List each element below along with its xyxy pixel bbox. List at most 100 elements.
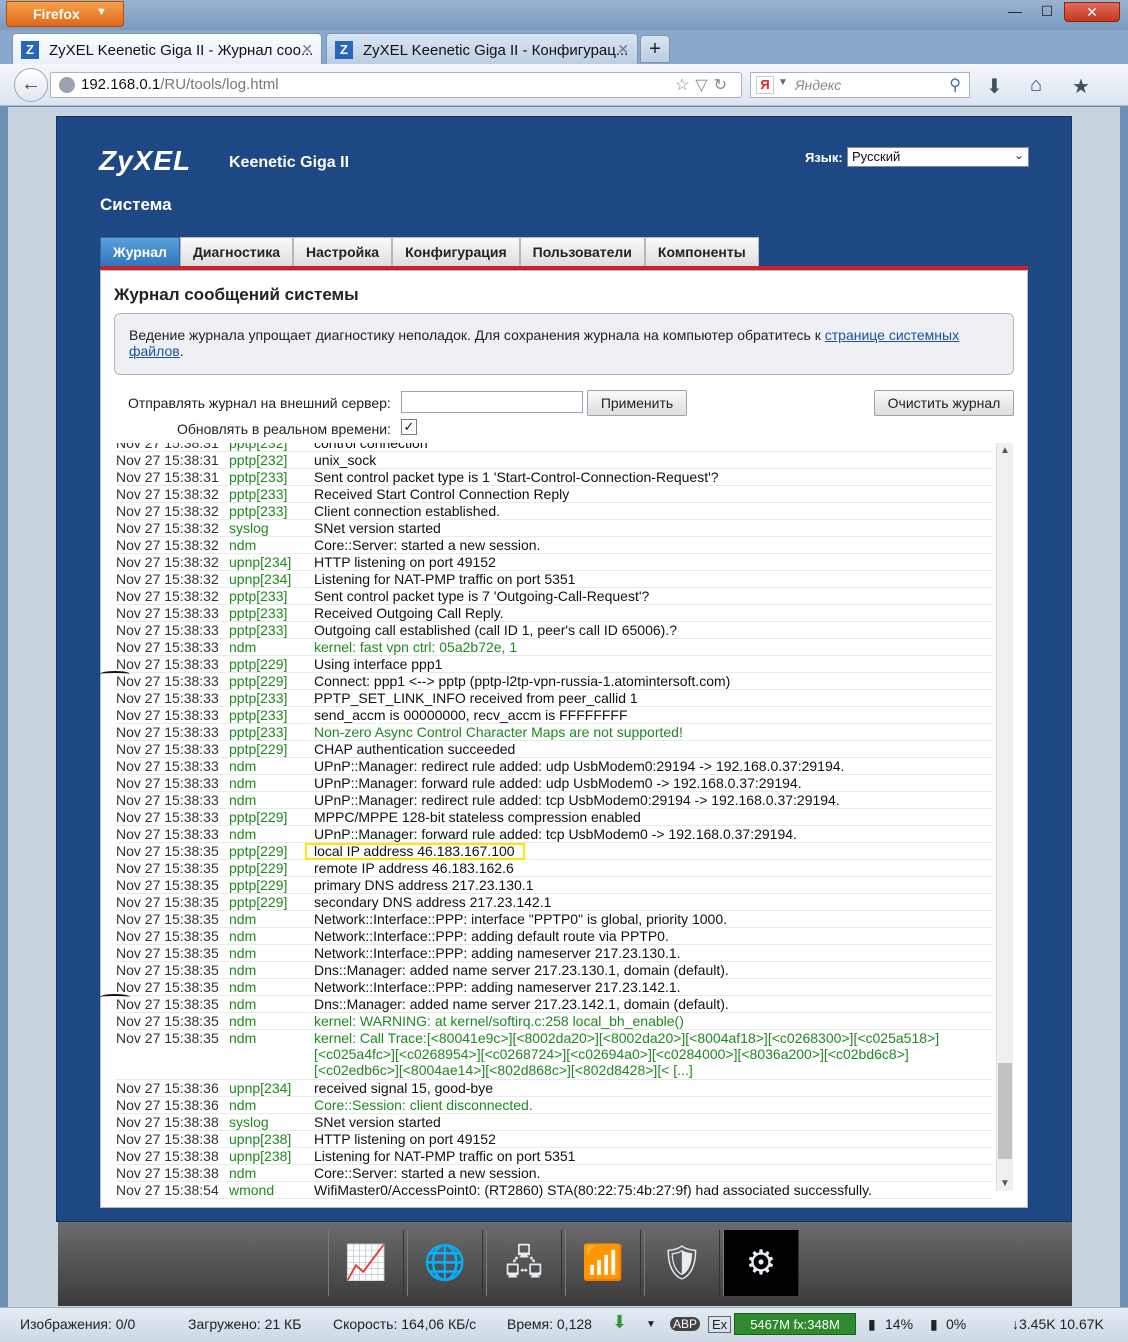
log-row: Nov 27 15:38:33 ndm UPnP::Manager: forward… (116, 775, 992, 792)
log-source: ndm (229, 962, 257, 978)
signal-icon[interactable]: 📶 (565, 1230, 641, 1296)
tab-configuration[interactable]: Конфигурация (392, 237, 520, 267)
status-bar: Изображения: 0/0 Загружено: 21 КБ Скорос… (0, 1307, 1128, 1342)
log-message: secondary DNS address 217.23.142.1 (314, 894, 552, 910)
close-tab-icon[interactable]: ✕ (301, 41, 313, 58)
status-speed: Скорость: 164,06 КБ/с (333, 1316, 477, 1332)
address-bar[interactable]: 192.168.0.1/RU/tools/log.html ☆▽↻ (50, 72, 742, 98)
log-message: Dns::Manager: added name server 217.23.1… (314, 962, 729, 978)
log-time: Nov 27 15:38:38 (116, 1165, 219, 1181)
log-row: Nov 27 15:38:35 ndm Network::Interface::PP… (116, 911, 992, 928)
log-source: upnp[238] (229, 1131, 292, 1147)
bookmarks-icon[interactable]: ★ (1072, 74, 1090, 99)
log-message: Non-zero Async Control Character Maps ar… (314, 724, 683, 740)
realtime-checkbox[interactable]: ✓ (401, 419, 417, 435)
chart-icon[interactable]: 📈 (328, 1230, 404, 1296)
log-source: upnp[234] (229, 571, 292, 587)
log-scrollbar[interactable]: ▲ ▼ (996, 443, 1013, 1191)
search-icon[interactable]: ⚲ (949, 75, 961, 95)
firefox-menu-button[interactable]: Firefox ▼ (6, 1, 124, 27)
search-bar[interactable]: Я ▼ Яндекс ⚲ (750, 72, 970, 98)
log-list[interactable]: Nov 27 15:38:31 pptp[232] control connecti… (101, 443, 1013, 1205)
back-button[interactable]: ← (14, 68, 48, 102)
log-message: kernel: Call Trace:[<80041e9c>][<8002da2… (314, 1030, 940, 1078)
log-source: pptp[229] (229, 843, 288, 859)
tab-diagnostics[interactable]: Диагностика (179, 237, 294, 267)
browser-tab-log[interactable]: Z ZyXEL Keenetic Giga II - Журнал соо...… (12, 33, 322, 65)
bookmark-star-icon[interactable]: ☆▽↻ (675, 75, 733, 95)
log-row: Nov 27 15:38:33 pptp[229] Using interface … (116, 656, 992, 673)
tab-settings[interactable]: Настройка (293, 237, 393, 267)
log-row: Nov 27 15:38:33 ndm UPnP::Manager: forward… (116, 826, 992, 843)
log-time: Nov 27 15:38:33 (116, 724, 219, 740)
language-label: Язык: (805, 150, 843, 165)
scroll-down-icon[interactable]: ▼ (1000, 1178, 1010, 1189)
log-message: Outgoing call established (call ID 1, pe… (314, 622, 677, 638)
tab-users[interactable]: Пользователи (519, 237, 645, 267)
scroll-thumb[interactable] (998, 1063, 1012, 1159)
status-images: Изображения: 0/0 (20, 1316, 136, 1332)
chevron-down-icon[interactable]: ▼ (646, 1319, 656, 1330)
scroll-up-icon[interactable]: ▲ (1000, 445, 1010, 456)
log-source: pptp[233] (229, 588, 288, 604)
log-message: Network::Interface::PPP: adding default … (314, 928, 669, 944)
router-page: ZyXEL Keenetic Giga II Язык: Русский ⌄ Си… (56, 116, 1072, 1222)
maximize-button[interactable]: ☐ (1032, 2, 1062, 22)
log-source: ndm (229, 775, 257, 791)
log-source: pptp[232] (229, 443, 288, 451)
browser-tab-config[interactable]: Z ZyXEL Keenetic Giga II - Конфигурац...… (326, 33, 638, 65)
info-end: . (179, 343, 184, 359)
log-time: Nov 27 15:38:32 (116, 537, 219, 553)
log-time: Nov 27 15:38:31 (116, 469, 219, 485)
log-time: Nov 27 15:38:35 (116, 894, 219, 910)
tab-title: ZyXEL Keenetic Giga II - Конфигурац... (363, 42, 629, 59)
adblock-icon[interactable]: ABP (670, 1317, 701, 1331)
log-source: wmond (229, 1182, 275, 1198)
download-arrow-icon[interactable]: ⬇ (612, 1312, 627, 1333)
log-time: Nov 27 15:38:31 (116, 452, 219, 468)
log-message: HTTP listening on port 49152 (314, 1131, 496, 1147)
extension-icon[interactable]: Ex (708, 1316, 732, 1333)
send-log-label: Отправлять журнал на внешний сервер: (128, 395, 391, 411)
apply-button[interactable]: Применить (587, 390, 687, 416)
log-time: Nov 27 15:38:35 (116, 928, 219, 944)
log-source: syslog (229, 1114, 269, 1130)
tab-components[interactable]: Компоненты (644, 237, 759, 267)
chevron-down-icon[interactable]: ▼ (778, 77, 788, 88)
clear-log-button[interactable]: Очистить журнал (874, 390, 1014, 416)
globe-icon[interactable]: 🌐 (407, 1230, 483, 1296)
log-source: syslog (229, 520, 269, 536)
log-row: Nov 27 15:38:54 wmond WifiMaster0/AccessPo… (116, 1182, 992, 1199)
log-time: Nov 27 15:38:32 (116, 571, 219, 587)
log-row: Nov 27 15:38:33 pptp[233] Non-zero Async C… (116, 724, 992, 741)
log-server-input[interactable] (401, 391, 583, 413)
cpu-usage: 14% (885, 1316, 914, 1332)
log-row: Nov 27 15:38:38 upnp[238] HTTP listening o… (116, 1131, 992, 1148)
log-row: Nov 27 15:38:32 pptp[233] Client connectio… (116, 503, 992, 520)
log-message: Network::Interface::PPP: adding nameserv… (314, 945, 681, 961)
realtime-label: Обновлять в реальном времени: (177, 421, 391, 437)
log-time: Nov 27 15:38:31 (116, 443, 219, 451)
log-source: ndm (229, 1097, 257, 1113)
yandex-icon[interactable]: Я (756, 76, 774, 94)
log-row: Nov 27 15:38:33 pptp[229] Connect: ppp1 <-… (116, 673, 992, 690)
close-window-button[interactable]: ✕ (1064, 2, 1120, 22)
home-icon[interactable]: ⌂ (1030, 74, 1042, 97)
log-time: Nov 27 15:38:35 (116, 1013, 219, 1029)
tab-log[interactable]: Журнал (100, 237, 180, 267)
minimize-button[interactable]: — (1000, 2, 1030, 22)
gear-icon[interactable]: ⚙ (723, 1230, 799, 1296)
log-time: Nov 27 15:38:33 (116, 605, 219, 621)
download-icon[interactable]: ⬇ (986, 74, 1003, 99)
log-row: Nov 27 15:38:31 pptp[232] unix_sock (116, 452, 992, 469)
network-icon[interactable]: 🖧 (486, 1230, 562, 1296)
shield-icon[interactable]: 🛡 (644, 1230, 720, 1296)
log-row: Nov 27 15:38:35 ndm kernel: Call Trace:[<8… (116, 1030, 992, 1080)
new-tab-button[interactable]: + (640, 35, 670, 63)
log-message: SNet version started (314, 1114, 441, 1130)
log-row: Nov 27 15:38:33 ndm kernel: fast vpn ctrl:… (116, 639, 992, 656)
language-select[interactable]: Русский ⌄ (847, 147, 1029, 167)
log-time: Nov 27 15:38:35 (116, 996, 219, 1012)
close-tab-icon[interactable]: ✕ (617, 41, 629, 58)
log-row: Nov 27 15:38:33 pptp[233] Received Outgoin… (116, 605, 992, 622)
